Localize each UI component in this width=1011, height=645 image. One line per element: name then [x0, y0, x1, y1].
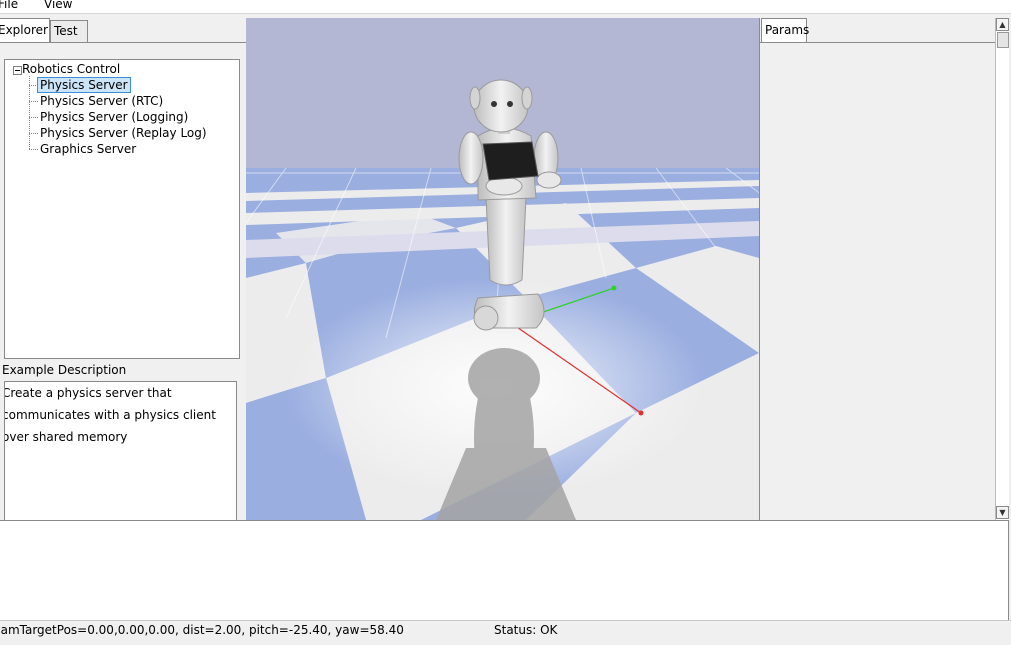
- status-text: Status: OK: [494, 623, 558, 637]
- vertical-scrollbar[interactable]: ▲ ▼: [995, 18, 1009, 520]
- tree-item-physics-server[interactable]: Physics Server: [37, 77, 131, 93]
- tab-params[interactable]: Params: [761, 18, 810, 42]
- tree-item-physics-server-rtc[interactable]: Physics Server (RTC): [38, 94, 165, 108]
- description-box: Create a physics server that communicate…: [4, 381, 237, 521]
- tab-test-label: Test: [54, 24, 78, 38]
- 3d-viewport[interactable]: [246, 18, 759, 520]
- collapse-icon[interactable]: [13, 66, 22, 75]
- console-area[interactable]: [0, 520, 1009, 621]
- tree-item-graphics-server[interactable]: Graphics Server: [38, 142, 138, 156]
- camera-info: camTargetPos=0.00,0.00,0.00, dist=2.00, …: [0, 623, 404, 637]
- robot-tablet: [482, 141, 539, 181]
- description-line: over shared memory: [4, 430, 128, 444]
- example-tree[interactable]: Robotics Control Physics Server Physics …: [4, 59, 240, 359]
- tab-explorer[interactable]: Explorer: [0, 18, 50, 42]
- scene-canvas: [246, 18, 759, 520]
- tree-item-physics-server-replay-log[interactable]: Physics Server (Replay Log): [38, 126, 209, 140]
- tab-params-label: Params: [765, 23, 810, 37]
- status-bar: camTargetPos=0.00,0.00,0.00, dist=2.00, …: [0, 620, 1011, 645]
- menu-bar: File View: [0, 0, 1011, 14]
- tab-test[interactable]: Test: [50, 20, 88, 42]
- scroll-up-icon[interactable]: ▲: [996, 18, 1009, 31]
- scroll-down-icon[interactable]: ▼: [996, 506, 1009, 519]
- menu-view[interactable]: View: [44, 0, 72, 11]
- description-line: Create a physics server that: [4, 386, 172, 400]
- params-body: [760, 42, 996, 521]
- tree-root-label[interactable]: Robotics Control: [22, 62, 120, 76]
- description-title: Example Description: [2, 363, 127, 377]
- scroll-thumb[interactable]: [997, 32, 1009, 48]
- params-panel: Params: [759, 18, 996, 521]
- menu-file[interactable]: File: [0, 0, 18, 11]
- robot-head: [473, 79, 529, 133]
- description-line: communicates with a physics client: [4, 408, 216, 422]
- tab-explorer-label: Explorer: [0, 23, 48, 37]
- tree-item-physics-server-logging[interactable]: Physics Server (Logging): [38, 110, 190, 124]
